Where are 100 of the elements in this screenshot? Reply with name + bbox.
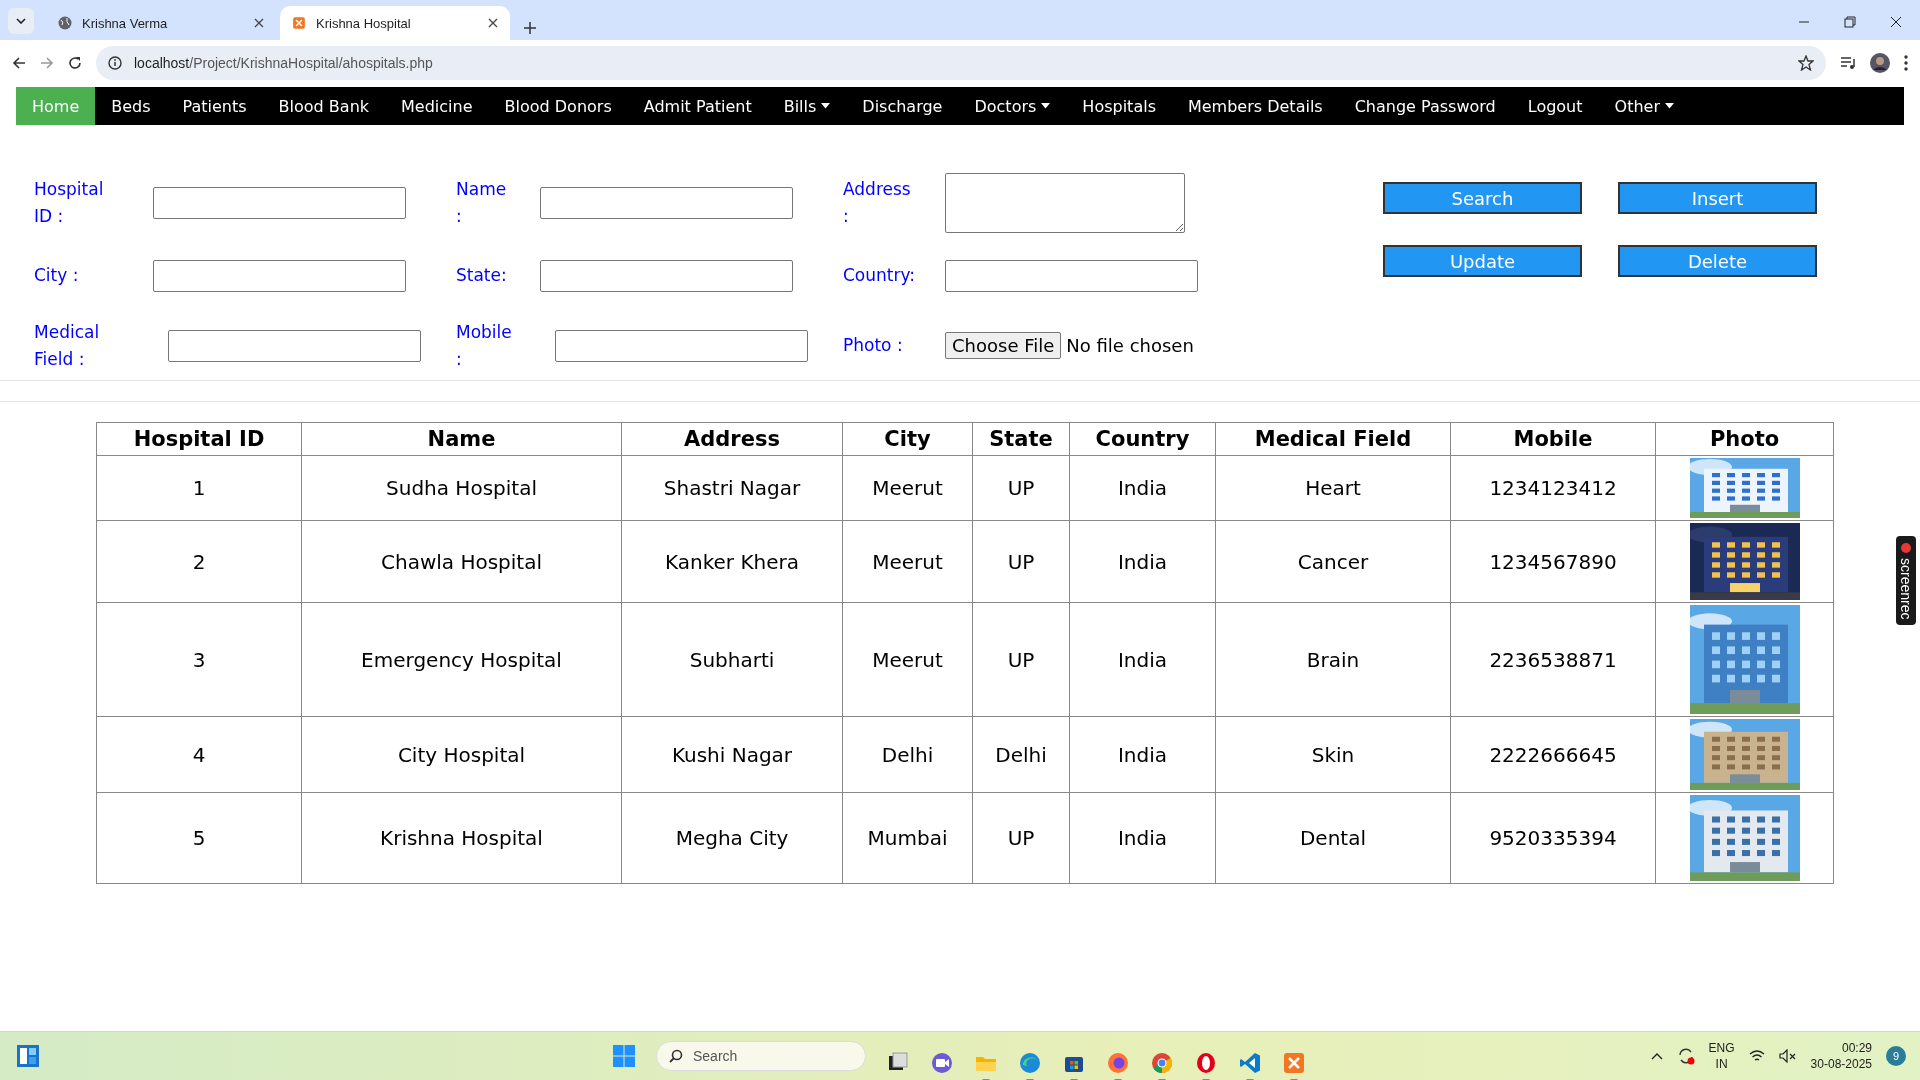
- browser-tab[interactable]: Krishna Verma: [46, 6, 276, 40]
- nav-link[interactable]: Beds: [95, 87, 167, 125]
- column-header: Mobile: [1450, 422, 1656, 456]
- choose-file-button[interactable]: Choose File: [945, 332, 1062, 359]
- nav-link[interactable]: Discharge: [846, 87, 959, 125]
- recorder-widget[interactable]: screenrec: [1896, 536, 1916, 626]
- nav-link[interactable]: Change Password: [1338, 87, 1512, 125]
- address-bar[interactable]: localhost/Project/KrishnaHospital/ahospitals.php: [96, 45, 1826, 80]
- text-field[interactable]: [540, 259, 793, 292]
- table-cell: UP: [972, 602, 1070, 717]
- language-indicator[interactable]: ENG IN: [1708, 1040, 1735, 1072]
- recorder-label: screenrec: [1898, 558, 1914, 620]
- table-cell: Shastri Nagar: [621, 455, 843, 521]
- close-icon[interactable]: [488, 18, 498, 28]
- column-header: Photo: [1655, 422, 1834, 456]
- field-label: City :: [34, 264, 80, 287]
- browser-tab[interactable]: Krishna Hospital: [280, 6, 510, 40]
- text-field[interactable]: [168, 329, 421, 362]
- widgets-icon[interactable]: [16, 1044, 40, 1068]
- avatar-icon[interactable]: [1870, 52, 1890, 73]
- nav-link[interactable]: Bills: [767, 87, 847, 125]
- nav-link[interactable]: Blood Bank: [262, 87, 386, 125]
- code-editor-icon[interactable]: [1238, 1051, 1262, 1080]
- table-cell: India: [1069, 455, 1216, 521]
- table-cell: Kanker Khera: [621, 520, 843, 603]
- info-icon: [108, 55, 122, 70]
- table-cell: 9520335394: [1450, 792, 1656, 884]
- search-icon: [669, 1049, 683, 1063]
- table-cell: Dental: [1215, 792, 1451, 884]
- start-icon[interactable]: [612, 1044, 636, 1068]
- caret-icon: [821, 103, 831, 109]
- table-cell: Emergency Hospital: [301, 602, 622, 717]
- table-cell: Megha City: [621, 792, 843, 884]
- firefox-icon[interactable]: [1106, 1051, 1130, 1080]
- table-cell: 5: [96, 792, 302, 884]
- nav-link[interactable]: Medicine: [385, 87, 489, 125]
- text-field[interactable]: [153, 186, 406, 219]
- close-icon[interactable]: [254, 18, 264, 28]
- media-icon[interactable]: [1840, 55, 1856, 70]
- reload-icon[interactable]: [68, 55, 82, 70]
- table-cell: 2: [96, 520, 302, 603]
- chevron-up-icon[interactable]: [1650, 1052, 1663, 1060]
- column-header: State: [972, 422, 1070, 456]
- tab-list-button[interactable]: [8, 8, 34, 34]
- table-cell: Chawla Hospital: [301, 520, 622, 603]
- text-field[interactable]: [153, 259, 406, 292]
- table-cell: Skin: [1215, 716, 1451, 793]
- nav-link[interactable]: Members Details: [1171, 87, 1339, 125]
- field-label: Country:: [843, 264, 917, 287]
- nav-link[interactable]: Doctors: [958, 87, 1067, 125]
- table-cell: UP: [972, 792, 1070, 884]
- close-icon[interactable]: [1890, 16, 1902, 28]
- sync-icon[interactable]: [1676, 1047, 1695, 1065]
- table-cell: 1: [96, 455, 302, 521]
- text-field[interactable]: [945, 259, 1198, 292]
- chrome-icon[interactable]: [1150, 1051, 1174, 1080]
- restore-icon[interactable]: [1844, 16, 1856, 28]
- text-field[interactable]: [555, 329, 808, 362]
- table-cell: Heart: [1215, 455, 1451, 521]
- table-cell: Kushi Nagar: [621, 716, 843, 793]
- text-field[interactable]: [540, 186, 793, 219]
- field-label: Medical Field :: [34, 320, 101, 371]
- table-cell: Sudha Hospital: [301, 455, 622, 521]
- muted-speaker-icon[interactable]: [1778, 1049, 1797, 1063]
- address-field[interactable]: [945, 172, 1185, 233]
- table-cell: India: [1069, 602, 1216, 717]
- wifi-icon[interactable]: [1748, 1049, 1765, 1063]
- table-cell: Cancer: [1215, 520, 1451, 603]
- nav-link[interactable]: Patients: [166, 87, 263, 125]
- table-cell: Krishna Hospital: [301, 792, 622, 884]
- new-tab-icon[interactable]: [524, 22, 536, 34]
- table-cell: India: [1069, 716, 1216, 793]
- table-cell: 3: [96, 602, 302, 717]
- forward-icon[interactable]: [40, 55, 54, 70]
- table-cell: India: [1069, 792, 1216, 884]
- notification-badge[interactable]: 9: [1886, 1046, 1906, 1066]
- table-cell: India: [1069, 520, 1216, 603]
- table-cell: UP: [972, 520, 1070, 603]
- taskbar-search[interactable]: Search: [656, 1041, 866, 1071]
- table-cell: UP: [972, 455, 1070, 521]
- back-icon[interactable]: [12, 55, 26, 70]
- column-header: City: [842, 422, 973, 456]
- opera-icon[interactable]: [1194, 1051, 1218, 1080]
- nav-link[interactable]: Admit Patient: [627, 87, 768, 125]
- edge-browser-icon[interactable]: [1018, 1051, 1042, 1080]
- xampp-icon[interactable]: [1282, 1051, 1306, 1080]
- table-cell: Meerut: [842, 455, 973, 521]
- record-icon: [1900, 542, 1912, 554]
- star-icon[interactable]: [1798, 54, 1814, 71]
- nav-link[interactable]: Hospitals: [1066, 87, 1172, 125]
- nav-link[interactable]: Other: [1598, 87, 1690, 125]
- nav-link[interactable]: Blood Donors: [488, 87, 628, 125]
- caret-icon: [1041, 103, 1051, 109]
- clock[interactable]: 00:29 30-08-2025: [1810, 1040, 1872, 1072]
- nav-link[interactable]: Logout: [1511, 87, 1599, 125]
- more-icon[interactable]: [1904, 54, 1908, 71]
- table-cell: 1234123412: [1450, 455, 1656, 521]
- url-text: localhost/Project/KrishnaHospital/ahospitals.php: [134, 54, 433, 71]
- field-label: Name :: [456, 177, 508, 228]
- table-cell: Delhi: [842, 716, 973, 793]
